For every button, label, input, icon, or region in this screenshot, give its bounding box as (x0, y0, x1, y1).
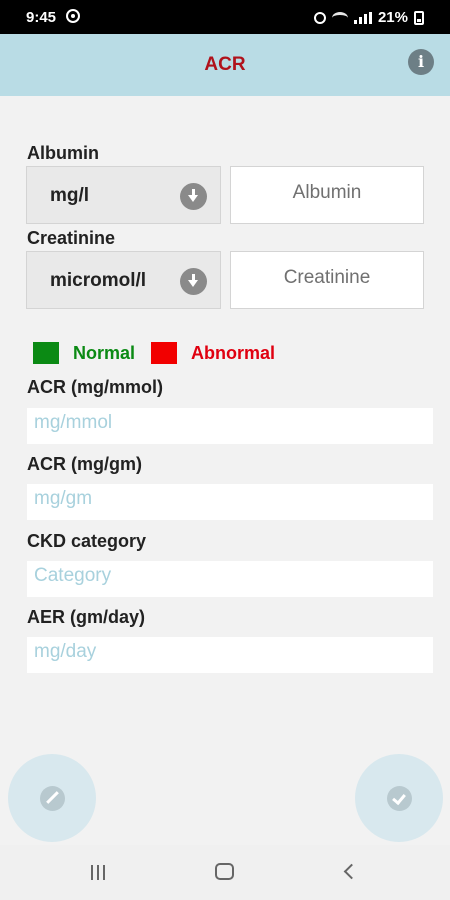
status-bar: 9:45 21% (0, 0, 450, 34)
legend: Normal Abnormal (33, 342, 275, 364)
ckd-category-label: CKD category (27, 531, 147, 551)
recent-apps-icon[interactable] (91, 865, 105, 880)
calculate-button[interactable] (355, 754, 443, 842)
app-bar: ACR i (0, 34, 450, 96)
creatinine-unit-value: micromol/l (50, 270, 147, 291)
acr-gm-label: ACR (mg/gm) (27, 454, 142, 474)
status-icons: 21% (313, 9, 424, 26)
albumin-label: Albumin (27, 143, 99, 163)
battery-icon (414, 10, 424, 25)
normal-swatch (33, 342, 59, 364)
creatinine-label: Creatinine (27, 228, 116, 248)
sync-icon (66, 9, 80, 23)
acr-mmol-output: mg/mmol (27, 408, 433, 444)
home-icon[interactable] (215, 863, 234, 880)
edit-button[interactable] (8, 754, 96, 842)
check-icon (387, 786, 412, 811)
alarm-icon (313, 11, 326, 24)
albumin-input[interactable]: Albumin (230, 166, 424, 224)
pencil-icon (40, 786, 65, 811)
system-nav-bar (0, 845, 450, 900)
creatinine-unit-select[interactable]: micromol/l (26, 251, 221, 309)
normal-label: Normal (73, 342, 136, 363)
page-title: ACR (204, 54, 246, 75)
wifi-icon (331, 11, 348, 24)
arrow-down-circle-icon (180, 268, 207, 295)
acr-gm-output: mg/gm (27, 484, 433, 520)
creatinine-input[interactable]: Creatinine (230, 251, 424, 309)
signal-icon (353, 11, 372, 24)
abnormal-label: Abnormal (191, 342, 276, 363)
info-icon[interactable]: i (408, 49, 434, 75)
acr-mmol-label: ACR (mg/mmol) (27, 377, 163, 397)
albumin-unit-select[interactable]: mg/l (26, 166, 221, 224)
aer-output: mg/day (27, 637, 433, 673)
albumin-unit-value: mg/l (50, 185, 90, 206)
back-icon[interactable] (343, 863, 360, 880)
ckd-category-output: Category (27, 561, 433, 597)
aer-label: AER (gm/day) (27, 607, 146, 627)
battery-percent: 21% (377, 9, 408, 26)
status-time: 9:45 (26, 9, 57, 26)
abnormal-swatch (151, 342, 178, 364)
arrow-down-circle-icon (180, 183, 207, 210)
